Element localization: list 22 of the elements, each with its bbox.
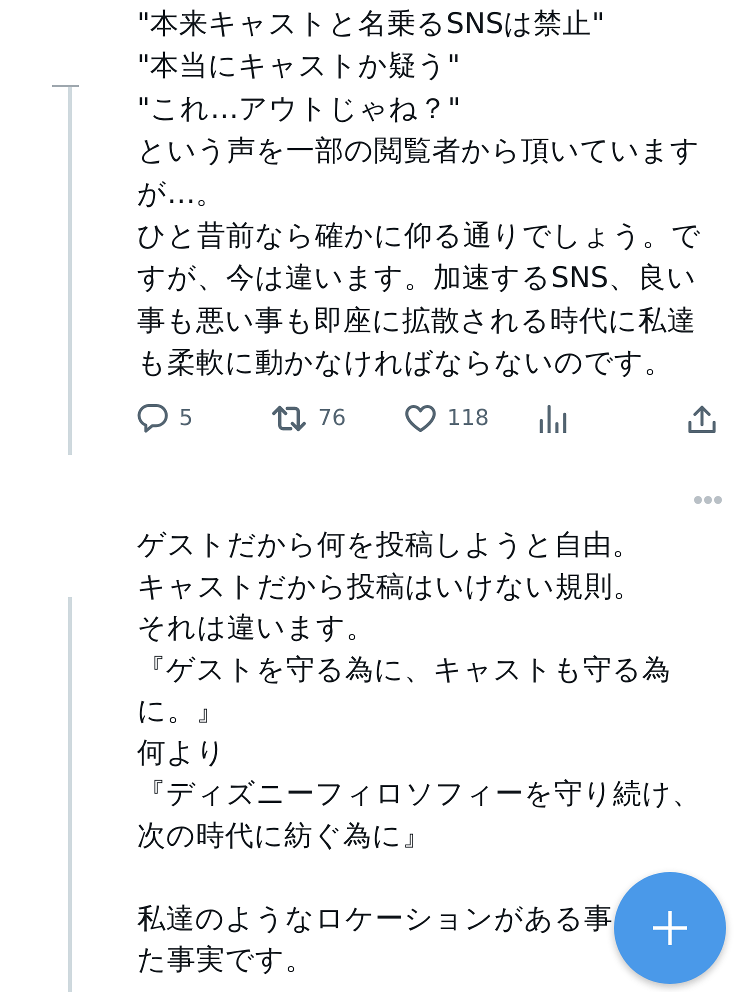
tweet-text: "これ…アウトじゃね？" bbox=[137, 90, 461, 127]
loop-arrows-icon bbox=[271, 405, 307, 432]
tweet-text: "本来キャストと名乗るSNSは禁止" bbox=[137, 6, 605, 42]
tweet-text: "本当にキャストか疑う" bbox=[137, 48, 460, 84]
retweet-button[interactable]: 76 bbox=[271, 405, 346, 432]
tweet-text: 何より bbox=[137, 734, 226, 770]
heart-icon bbox=[405, 404, 436, 434]
speech-bubble-icon bbox=[137, 404, 168, 434]
upload-tray-icon[interactable] bbox=[688, 404, 716, 433]
tweet-text: ゲストだから何を投稿しようと自由。 bbox=[137, 527, 641, 563]
tweet-text: 『ディズニーフィロソフィーを守り続け、次の時代に紡ぐ為に』 bbox=[137, 776, 702, 854]
tweet-text: 『ゲストを守る為に、キャストも守る為に。』 bbox=[137, 652, 672, 729]
tweet-text: ひと昔前なら確かに仰る通りでしょう。ですが、今は違います。加速するSNS、良い事も悪い事も即座に拡散される時代に私達も柔軟に動かなければならないのです。 bbox=[137, 218, 702, 382]
tweet-text: それは違います。 bbox=[137, 610, 375, 646]
tweet-text: という声を一部の閲覧者から頂いていますが…。 bbox=[137, 133, 701, 212]
tweet-text: た事実です。 bbox=[137, 942, 314, 978]
plus-icon bbox=[653, 911, 687, 945]
tweet-text: キャストだから投稿はいけない規則。 bbox=[137, 568, 642, 604]
tweet-text: 私達のようなロケーションがある事 bbox=[137, 900, 613, 936]
bar-chart-icon[interactable] bbox=[539, 404, 567, 433]
like-button[interactable]: 118 bbox=[405, 404, 489, 434]
reply-button[interactable]: 5 bbox=[137, 404, 193, 434]
